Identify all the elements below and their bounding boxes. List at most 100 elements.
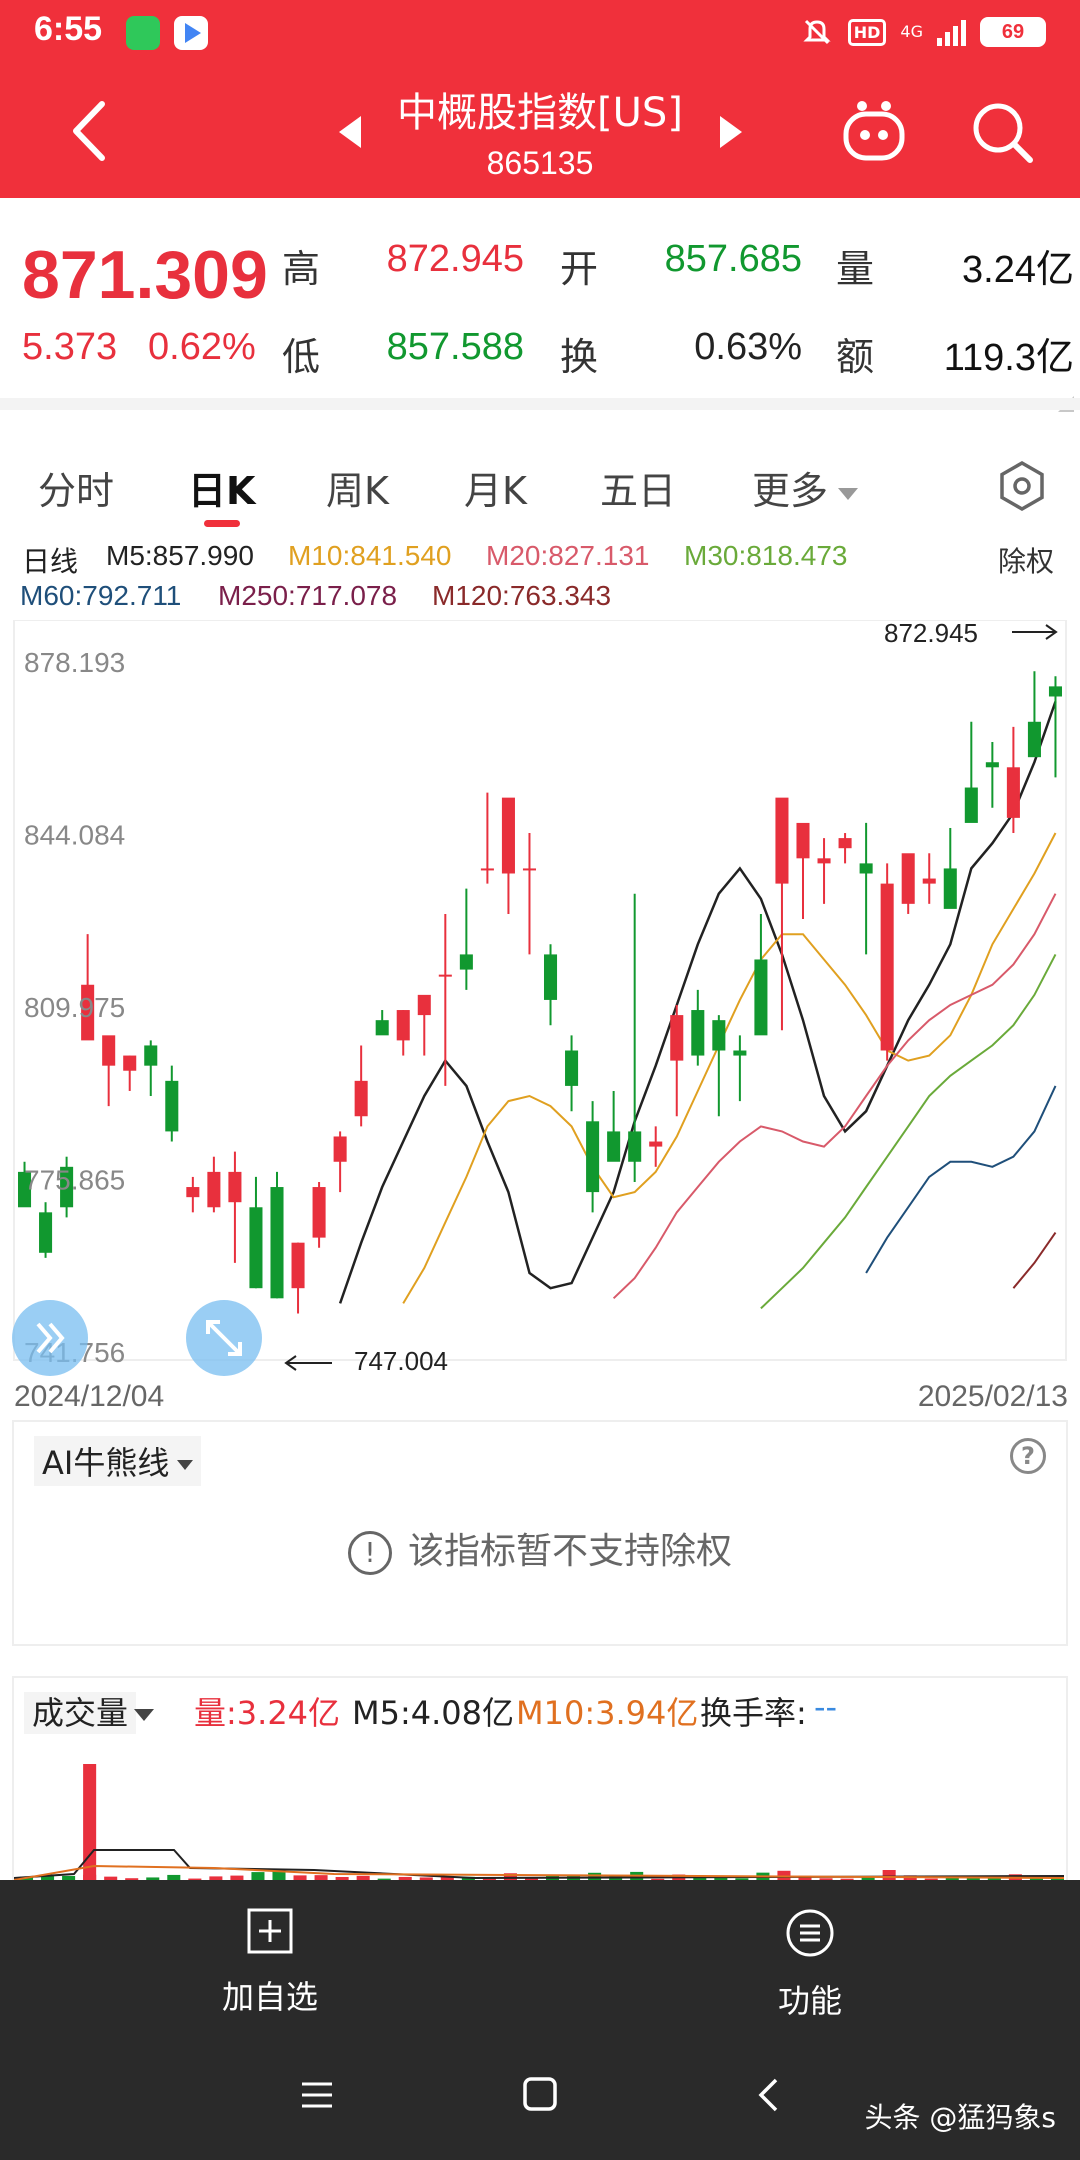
plus-square-icon: [247, 1908, 293, 1954]
functions-label: 功能: [777, 1982, 842, 2020]
robot-assistant-icon[interactable]: [838, 98, 910, 164]
high-label: 高: [282, 247, 321, 291]
period-label: 日线: [22, 546, 79, 577]
ma250-value: M250:717.078: [218, 580, 398, 611]
turnover-rate-label: 换: [560, 335, 599, 379]
tab-monthly-k[interactable]: 月K: [464, 460, 527, 515]
tab-more[interactable]: 更多: [752, 460, 859, 515]
battery-icon: 69: [980, 17, 1046, 47]
candle-body: [1006, 767, 1020, 818]
candle-body: [522, 868, 537, 871]
search-icon[interactable]: [968, 98, 1036, 166]
candle-body: [1027, 721, 1041, 758]
menu-circle-icon: [786, 1909, 834, 1957]
amount-value: 119.3亿: [943, 337, 1074, 379]
price-change-pct: 0.62%: [148, 326, 256, 368]
start-date: 2024/12/04: [14, 1380, 165, 1413]
fullscreen-button[interactable]: [186, 1300, 262, 1376]
candle-body: [1048, 686, 1063, 697]
tab-five-day[interactable]: 五日: [600, 460, 676, 515]
ai-indicator-panel: AI牛熊线 ? ! 该指标暂不支持除权: [12, 1420, 1068, 1646]
next-index-icon[interactable]: [716, 114, 746, 150]
ma120-line: [1012, 1232, 1057, 1289]
y-tick-label: 775.865: [24, 1165, 125, 1196]
add-watchlist-button[interactable]: 加自选: [170, 1908, 370, 2018]
max-price-label: 872.945: [884, 620, 978, 648]
candle-body: [838, 838, 852, 849]
network-type: 4G: [900, 22, 923, 41]
functions-button[interactable]: 功能: [710, 1908, 910, 2022]
adjust-toggle[interactable]: 除权: [998, 540, 1054, 580]
y-tick-label: 844.084: [24, 819, 125, 850]
candle-body: [228, 1171, 242, 1203]
signal-icon: [937, 18, 966, 46]
home-icon[interactable]: [522, 2076, 558, 2112]
open-value: 857.685: [664, 238, 802, 280]
candle-body: [796, 822, 810, 859]
recent-apps-icon[interactable]: [300, 2078, 334, 2112]
ma30-value: M30:818.473: [684, 540, 848, 571]
ma10-line: [402, 832, 1057, 1304]
volume-ma10: M10:3.94亿: [516, 1694, 699, 1732]
add-watchlist-label: 加自选: [221, 1978, 318, 2016]
candle-body: [459, 954, 473, 970]
candle-body: [586, 1121, 600, 1193]
tab-intraday[interactable]: 分时: [38, 460, 114, 515]
volume-value: 量:3.24亿: [194, 1694, 341, 1732]
candle-body: [270, 1187, 284, 1299]
ma30-line: [760, 953, 1057, 1310]
candle-body: [754, 959, 768, 1036]
candle-body: [565, 1050, 579, 1086]
wechat-icon: [126, 16, 160, 50]
page-title: 中概股指数[US]: [397, 90, 683, 136]
mute-icon: [803, 19, 831, 45]
turnover-label: 换手率:: [700, 1694, 807, 1732]
turnover-value: --: [814, 1688, 838, 1726]
candle-body: [691, 1010, 705, 1056]
ma-legend-row-1: 日线 M5:857.990 M10:841.540 M20:827.131 M3…: [0, 540, 1080, 577]
tab-daily-k[interactable]: 日K: [188, 460, 255, 515]
settings-hexagon-icon[interactable]: [996, 460, 1048, 512]
indicator-name: AI牛熊线: [42, 1444, 170, 1482]
candle-body: [501, 797, 515, 874]
amount-label: 额: [836, 335, 875, 379]
tab-weekly-k[interactable]: 周K: [326, 460, 389, 515]
y-tick-label: 809.975: [24, 992, 125, 1023]
high-value: 872.945: [386, 238, 524, 280]
back-icon[interactable]: [756, 2076, 780, 2114]
status-right: HD 4G 69: [800, 14, 1046, 50]
candle-body: [354, 1080, 368, 1117]
fast-forward-button[interactable]: [12, 1300, 88, 1376]
candle-body: [396, 1010, 410, 1041]
kline-chart[interactable]: 878.193844.084809.975775.865741.756872.9…: [0, 620, 1080, 1380]
volume-bar-peak: [83, 1764, 97, 1882]
ma20-value: M20:827.131: [486, 540, 650, 571]
quote-summary: 871.309 5.373 0.62% 高 872.945 低 857.588 …: [0, 198, 1080, 412]
section-divider: [0, 398, 1080, 410]
ma10-value: M10:841.540: [288, 540, 452, 571]
help-icon[interactable]: ?: [1010, 1438, 1046, 1474]
candle-body: [165, 1080, 179, 1132]
hd-badge: HD: [847, 18, 887, 46]
candle-body: [712, 1020, 726, 1051]
candle-body: [417, 994, 431, 1016]
candle-body: [943, 868, 957, 909]
period-tabs: 分时 日K 周K 月K 五日 更多: [0, 410, 1080, 530]
info-icon: !: [347, 1531, 392, 1575]
unsupported-text: 该指标暂不支持除权: [407, 1531, 732, 1572]
last-price: 871.309: [22, 237, 268, 313]
bottom-action-bar: 加自选 功能: [0, 1880, 1080, 2030]
volume-selector[interactable]: 成交量: [24, 1688, 155, 1734]
volume-ma5: M5:4.08亿: [352, 1694, 515, 1732]
indicator-select[interactable]: AI牛熊线: [34, 1436, 202, 1486]
ma60-value: M60:792.711: [20, 580, 182, 611]
candle-body: [291, 1242, 305, 1289]
candle-body: [985, 762, 999, 768]
candle-body: [649, 1141, 663, 1147]
candle-body: [670, 1015, 684, 1061]
candle-body: [144, 1045, 158, 1066]
volume-label: 量: [836, 247, 875, 291]
candle-body: [543, 954, 558, 1000]
status-bar: 6:55 HD 4G 69: [0, 0, 1080, 62]
candle-body: [733, 1050, 747, 1056]
